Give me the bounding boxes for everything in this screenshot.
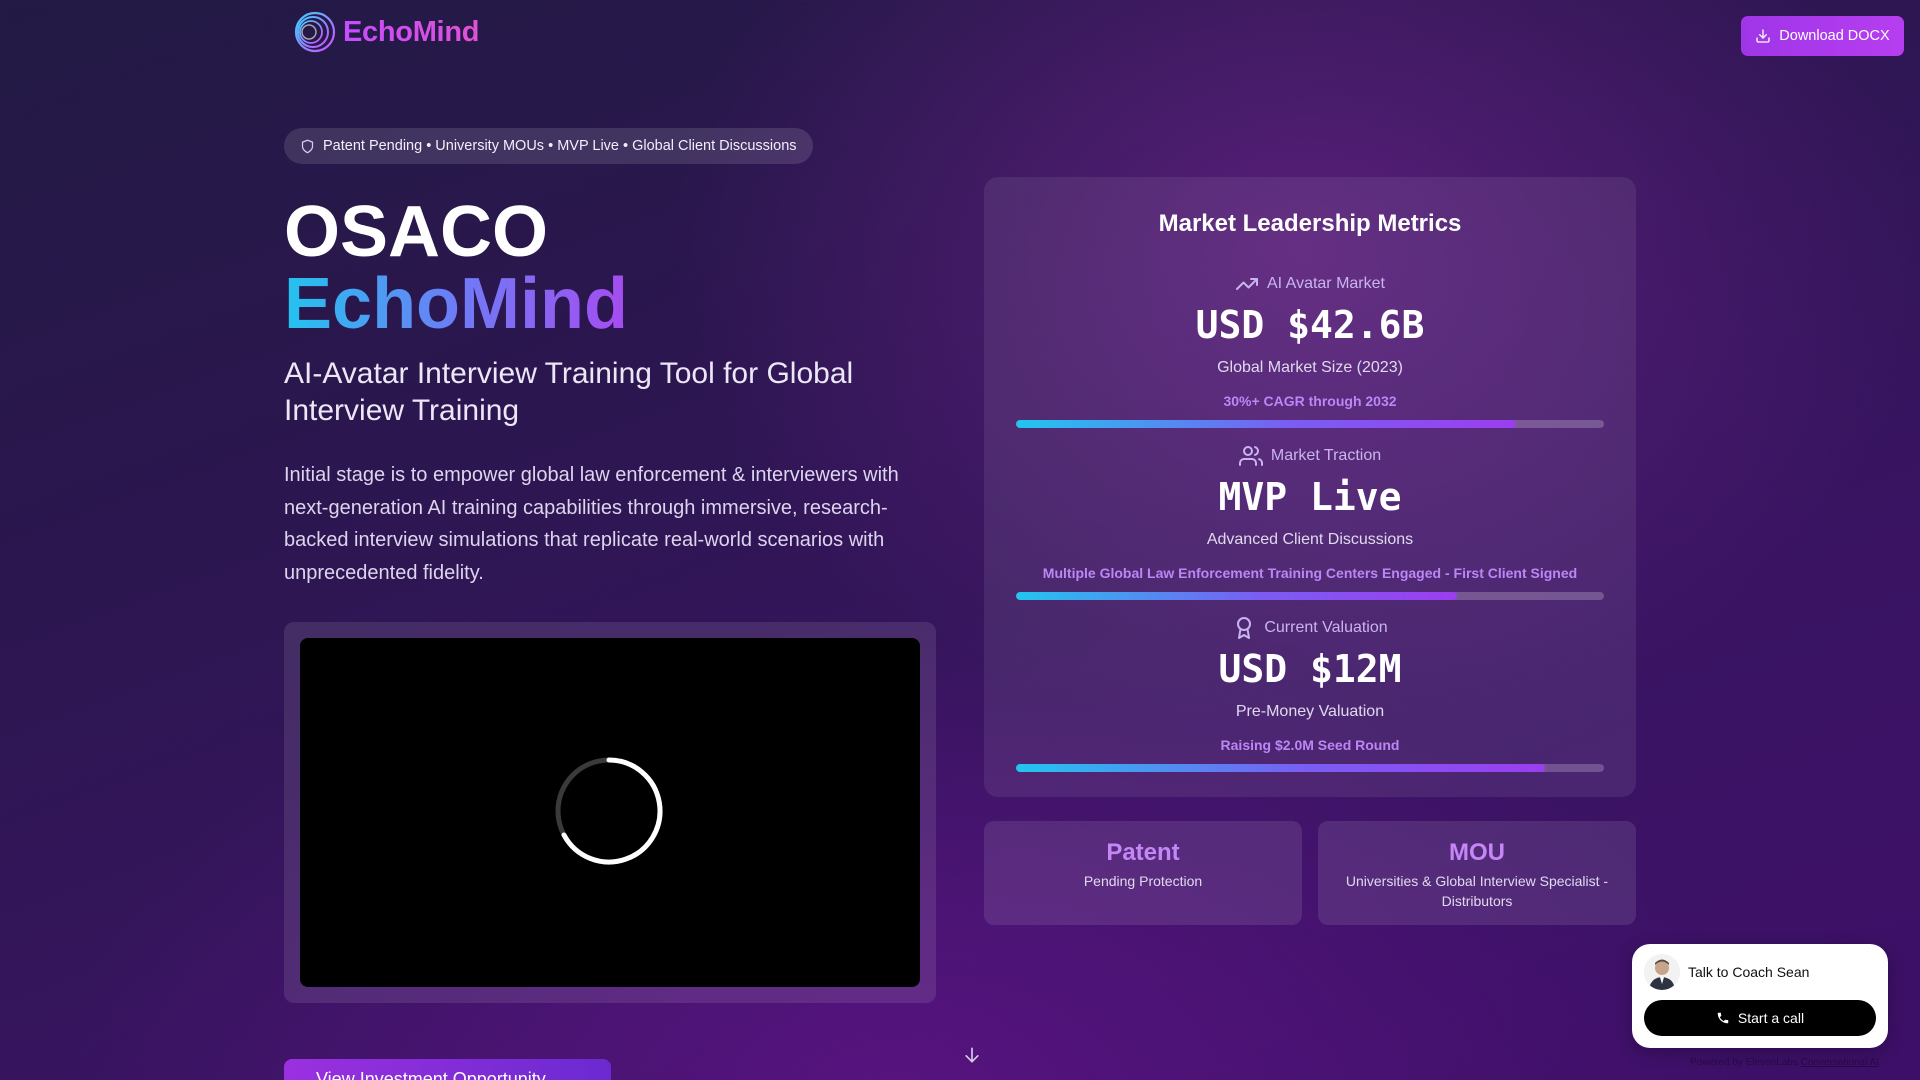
metric-market-traction: Market Traction MVP Live Advanced Client… bbox=[1016, 444, 1604, 600]
echomind-logo-icon bbox=[294, 11, 336, 53]
metric-progress-bar bbox=[1016, 420, 1604, 428]
arrow-down-icon[interactable] bbox=[962, 1045, 982, 1065]
metric-progress-fill bbox=[1016, 420, 1516, 428]
card-title: Patent bbox=[1106, 839, 1180, 866]
metric-caption: Pre-Money Valuation bbox=[1235, 703, 1385, 720]
download-label: Download DOCX bbox=[1779, 28, 1890, 44]
card-subtitle: Pending Protection bbox=[1083, 873, 1203, 889]
shield-icon bbox=[301, 139, 314, 153]
video-frame bbox=[284, 622, 936, 1003]
start-call-button[interactable]: Start a call bbox=[1644, 1000, 1876, 1036]
metric-label: Current Valuation bbox=[1264, 619, 1388, 636]
cta-label: View Investment Opportunity bbox=[316, 1069, 546, 1080]
metric-progress-fill bbox=[1016, 592, 1457, 600]
hero-description: Initial stage is to empower global law e… bbox=[284, 464, 899, 584]
video-player[interactable] bbox=[300, 638, 920, 987]
metric-current-valuation: Current Valuation USD $12M Pre-Money Val… bbox=[1016, 616, 1604, 772]
metric-note: 30%+ CAGR through 2032 bbox=[1223, 393, 1397, 409]
loading-spinner-icon bbox=[555, 757, 663, 865]
mou-card: MOU Universities & Global Interview Spec… bbox=[1318, 821, 1636, 925]
hero-title-line1: OSACO bbox=[284, 192, 549, 272]
highlights-text: Patent Pending • University MOUs • MVP L… bbox=[323, 138, 797, 154]
metric-caption: Global Market Size (2023) bbox=[1217, 359, 1403, 376]
card-subtitle: Universities & Global Interview Speciali… bbox=[1345, 873, 1609, 909]
start-call-label: Start a call bbox=[1737, 1010, 1805, 1026]
hero-title-line2: EchoMind bbox=[284, 264, 628, 344]
highlights-badge: Patent Pending • University MOUs • MVP L… bbox=[284, 128, 813, 164]
brand-name: EchoMind bbox=[343, 15, 480, 48]
coach-name: Talk to Coach Sean bbox=[1688, 964, 1810, 980]
metric-progress-bar bbox=[1016, 764, 1604, 772]
coach-widget: Talk to Coach Sean Start a call bbox=[1632, 944, 1888, 1048]
metric-progress-bar bbox=[1016, 592, 1604, 600]
metric-value: MVP Live bbox=[1218, 475, 1402, 519]
hero-title: OSACO EchoMind bbox=[284, 196, 628, 340]
download-docx-button[interactable]: Download DOCX bbox=[1741, 16, 1904, 56]
metric-label: AI Avatar Market bbox=[1267, 275, 1385, 292]
hero-subtitle: AI-Avatar Interview Training Tool for Gl… bbox=[284, 357, 854, 427]
patent-card: Patent Pending Protection bbox=[984, 821, 1302, 925]
powered-by-text: Powered by ElevenLabs Conversational AI bbox=[1690, 1057, 1880, 1068]
arrow-right-icon: → bbox=[557, 1069, 576, 1080]
metric-progress-fill bbox=[1016, 764, 1546, 772]
trending-up-icon bbox=[1236, 278, 1258, 290]
download-icon bbox=[1756, 29, 1770, 43]
brand-logo[interactable]: EchoMind bbox=[293, 9, 479, 55]
metric-label: Market Traction bbox=[1270, 447, 1382, 464]
metric-ai-avatar-market: AI Avatar Market USD $42.6B Global Marke… bbox=[1016, 272, 1604, 428]
users-icon bbox=[1238, 446, 1263, 466]
metrics-title: Market Leadership Metrics bbox=[1158, 210, 1462, 237]
metric-value: USD $12M bbox=[1218, 647, 1402, 691]
metric-caption: Advanced Client Discussions bbox=[1206, 531, 1414, 548]
award-icon bbox=[1237, 617, 1252, 639]
metric-value: USD $42.6B bbox=[1195, 303, 1425, 347]
card-title: MOU bbox=[1449, 839, 1505, 866]
phone-icon bbox=[1717, 1012, 1729, 1024]
market-metrics-card: Market Leadership Metrics AI Avatar Mark… bbox=[984, 177, 1636, 797]
coach-avatar bbox=[1644, 954, 1680, 990]
powered-by-link[interactable]: Conversational AI bbox=[1801, 1057, 1879, 1068]
view-investment-button[interactable]: View Investment Opportunity → bbox=[284, 1059, 611, 1080]
metric-note: Multiple Global Law Enforcement Training… bbox=[1042, 565, 1578, 581]
person-avatar-icon bbox=[1644, 954, 1680, 990]
metric-note: Raising $2.0M Seed Round bbox=[1220, 737, 1400, 753]
